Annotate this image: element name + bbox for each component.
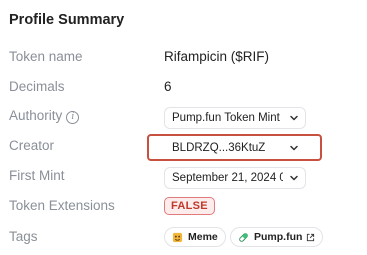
creator-highlight-box bbox=[147, 134, 322, 161]
chevron-down-icon bbox=[290, 115, 298, 121]
token-name-value: Rifampicin ($RIF) bbox=[164, 49, 270, 64]
chevron-down-icon bbox=[290, 175, 298, 181]
decimals-label: Decimals bbox=[9, 79, 65, 94]
authority-label-group: Authority i bbox=[9, 108, 80, 124]
pill-icon bbox=[239, 232, 248, 242]
authority-label: Authority bbox=[9, 108, 63, 123]
external-link-icon[interactable] bbox=[306, 233, 315, 242]
tag-pumpfun[interactable]: Pump.fun bbox=[230, 227, 324, 247]
token-name-label: Token name bbox=[9, 49, 83, 64]
tag-meme[interactable]: Meme bbox=[164, 227, 226, 247]
panel-title: Profile Summary bbox=[9, 12, 125, 28]
tag-pumpfun-label: Pump.fun bbox=[254, 231, 303, 243]
creator-label: Creator bbox=[9, 138, 55, 153]
token-extensions-badge: FALSE bbox=[164, 197, 215, 215]
authority-dropdown[interactable]: Pump.fun Token Mint ... bbox=[164, 107, 306, 129]
authority-dropdown-value: Pump.fun Token Mint ... bbox=[172, 112, 283, 124]
info-icon[interactable]: i bbox=[66, 111, 80, 124]
profile-summary-panel: Profile Summary Token name Rifampicin ($… bbox=[0, 0, 367, 255]
meme-icon bbox=[172, 232, 183, 242]
token-extensions-label: Token Extensions bbox=[9, 198, 115, 213]
tags-label: Tags bbox=[9, 229, 38, 244]
tag-meme-label: Meme bbox=[188, 231, 218, 243]
first-mint-dropdown[interactable]: September 21, 2024 0... bbox=[164, 167, 306, 189]
first-mint-dropdown-value: September 21, 2024 0... bbox=[172, 172, 283, 184]
decimals-value: 6 bbox=[164, 79, 172, 94]
first-mint-label: First Mint bbox=[9, 168, 65, 183]
